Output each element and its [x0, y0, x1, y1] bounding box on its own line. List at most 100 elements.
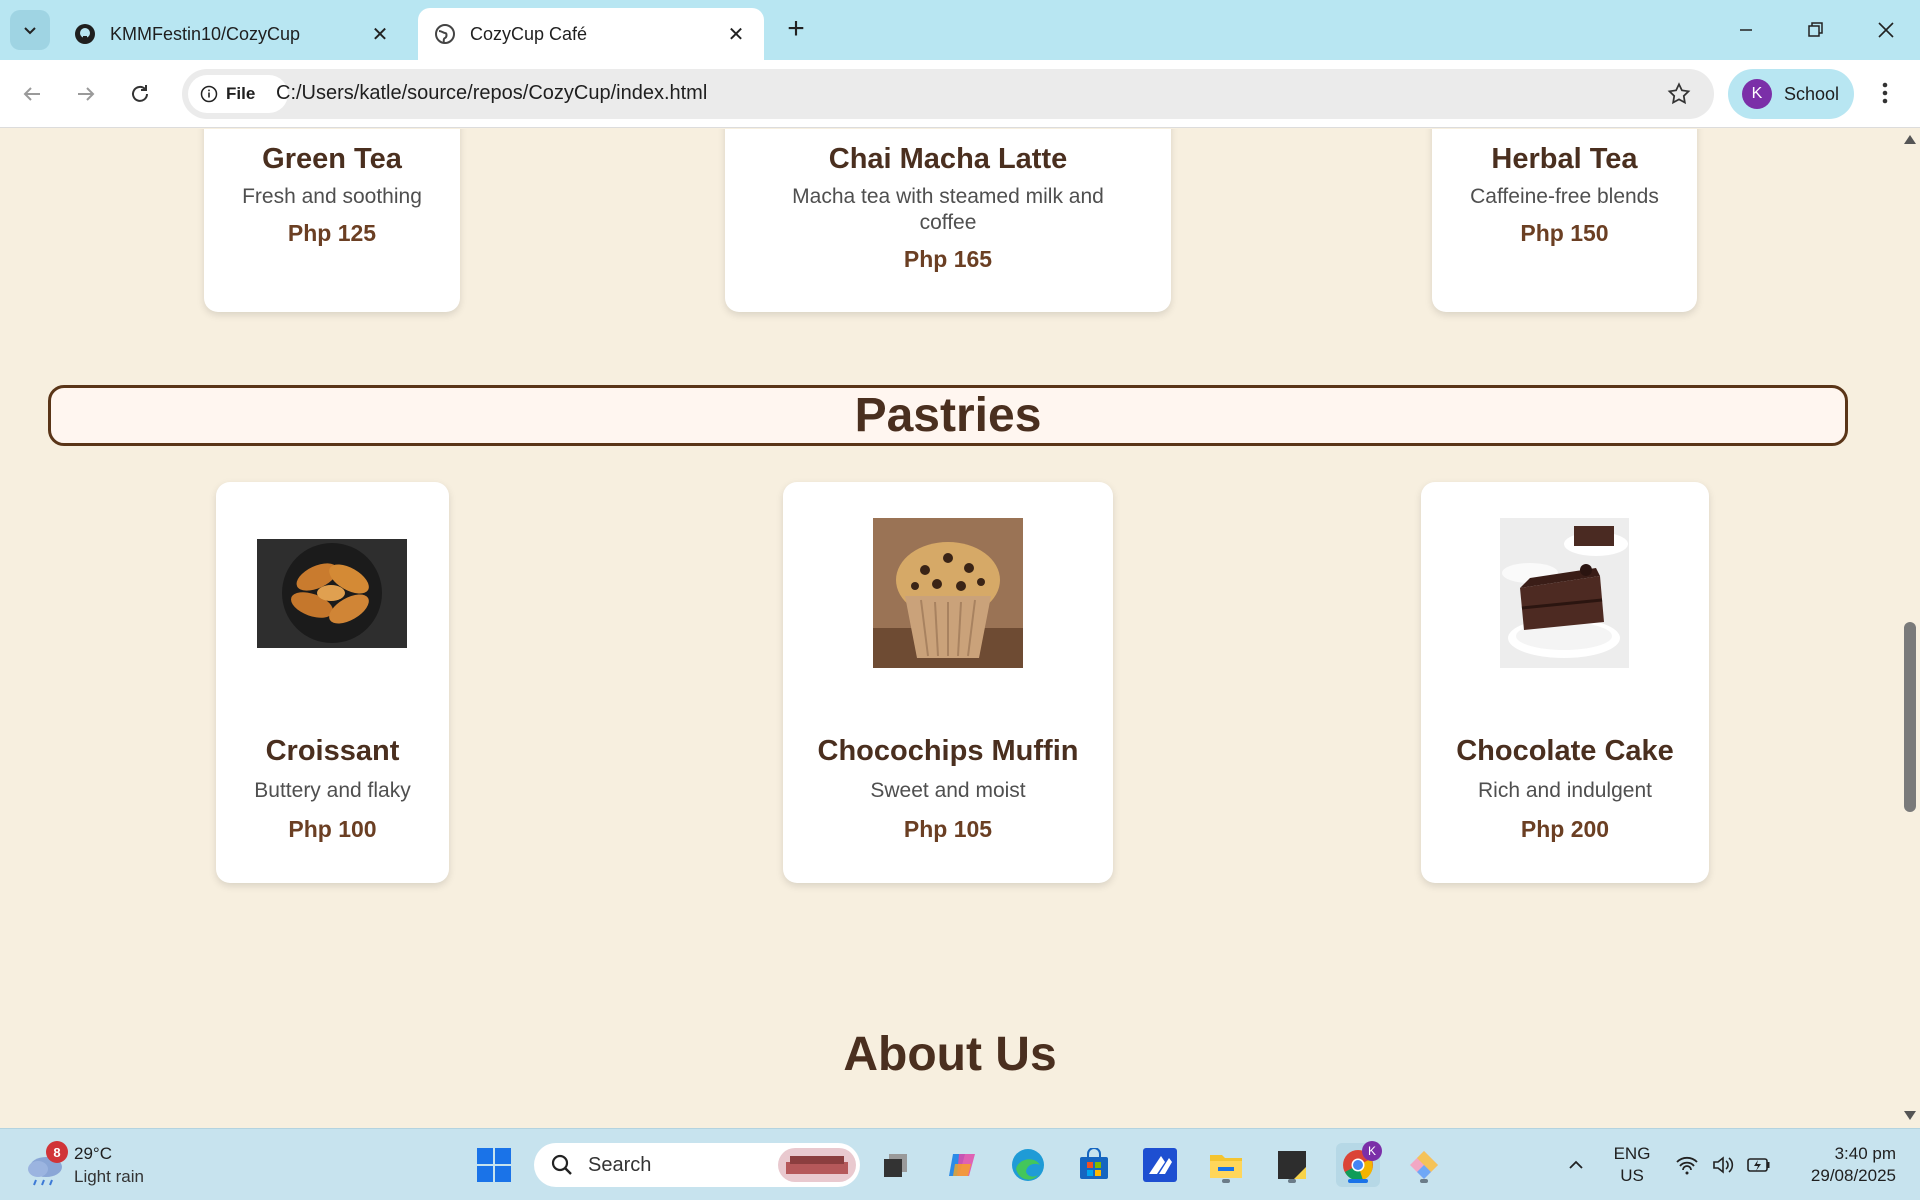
weather-temperature: 29°C: [74, 1144, 112, 1163]
tab-github[interactable]: KMMFestin10/CozyCup ✕: [58, 8, 408, 60]
snipping-tool-icon[interactable]: [1402, 1143, 1446, 1187]
item-price: Php 100: [288, 816, 377, 842]
language-indicator[interactable]: ENG US: [1602, 1143, 1662, 1187]
site-info-label: File: [226, 84, 256, 103]
tab-title: CozyCup Café: [470, 23, 588, 44]
item-description: Caffeine-free blends: [1470, 185, 1659, 208]
section-title: Pastries: [854, 389, 1042, 442]
wifi-icon: [1676, 1156, 1698, 1175]
language-code: ENG: [1613, 1144, 1651, 1163]
minimize-button[interactable]: [1716, 10, 1776, 50]
avatar: K: [1742, 79, 1772, 109]
tab-cozycup[interactable]: CozyCup Café ✕: [418, 8, 764, 60]
item-description: Macha tea with steamed milk and coffee: [792, 185, 1104, 234]
item-description: Fresh and soothing: [242, 185, 422, 208]
bookmark-star-icon[interactable]: [1666, 81, 1692, 112]
edge-browser-icon[interactable]: [1006, 1143, 1050, 1187]
menu-card-chocochips-muffin: Chocochips Muffin Sweet and moist Php 10…: [783, 482, 1113, 883]
url-text[interactable]: C:/Users/katle/source/repos/CozyCup/inde…: [276, 82, 707, 105]
search-label: Search: [588, 1154, 652, 1176]
microsoft-store-icon[interactable]: [1072, 1143, 1116, 1187]
info-icon: [200, 85, 218, 103]
profile-button[interactable]: K School: [1728, 69, 1854, 119]
item-price: Php 125: [287, 220, 377, 246]
speaker-icon: [1713, 1156, 1734, 1174]
search-icon: [551, 1154, 572, 1175]
copilot-icon[interactable]: [940, 1143, 984, 1187]
weather-description: Light rain: [74, 1167, 144, 1186]
running-indicator: [1222, 1179, 1230, 1183]
scroll-up-arrow-icon[interactable]: [1904, 135, 1916, 144]
site-info-button[interactable]: File: [188, 75, 288, 113]
globe-icon: [434, 23, 456, 45]
scroll-thumb[interactable]: [1904, 622, 1916, 812]
clock-time: 3:40 pm: [1834, 1144, 1896, 1163]
windows-logo-icon: [477, 1148, 511, 1182]
clock[interactable]: 3:40 pm 29/08/2025: [1784, 1143, 1896, 1187]
item-name: Chai Macha Latte: [828, 143, 1068, 175]
sticky-notes-icon[interactable]: [1270, 1143, 1314, 1187]
running-indicator: [1288, 1179, 1296, 1183]
item-price: Php 105: [903, 816, 993, 842]
menu-card-croissant: Croissant Buttery and flaky Php 100: [216, 482, 449, 883]
item-name: Chocochips Muffin: [817, 735, 1079, 767]
visual-studio-icon[interactable]: [1138, 1143, 1182, 1187]
muffin-image: [873, 518, 1023, 668]
task-view-icon[interactable]: [874, 1143, 918, 1187]
chocolate-cake-image: [1500, 518, 1629, 668]
item-name: Chocolate Cake: [1456, 735, 1674, 767]
browser-menu-button[interactable]: [1870, 78, 1900, 108]
browser-toolbar: File C:/Users/katle/source/repos/CozyCup…: [0, 60, 1920, 128]
chevron-up-icon: [1569, 1160, 1583, 1169]
file-explorer-icon[interactable]: [1204, 1143, 1248, 1187]
chrome-profile-badge: K: [1362, 1141, 1382, 1161]
close-icon[interactable]: ✕: [368, 22, 392, 46]
scroll-down-arrow-icon[interactable]: [1904, 1111, 1916, 1120]
restore-button[interactable]: [1786, 10, 1846, 50]
weather-widget[interactable]: 8 29°C Light rain: [22, 1139, 172, 1191]
show-hidden-icons-button[interactable]: [1554, 1143, 1598, 1187]
item-description: Buttery and flaky: [254, 779, 411, 802]
page-scrollbar[interactable]: [1900, 129, 1920, 1128]
item-price: Php 150: [1520, 220, 1609, 246]
page-viewport: Green Tea Fresh and soothing Php 125 Cha…: [0, 129, 1900, 1128]
new-tab-button[interactable]: +: [780, 14, 812, 46]
restore-icon: [1808, 22, 1823, 37]
item-price: Php 165: [903, 246, 993, 272]
forward-button[interactable]: [66, 74, 106, 114]
chevron-down-icon: [24, 27, 36, 35]
active-indicator: [1348, 1179, 1368, 1183]
croissant-image: [257, 539, 407, 648]
window-close-button[interactable]: [1856, 10, 1916, 50]
arrow-right-icon: [78, 87, 95, 101]
tab-search-button[interactable]: [10, 10, 50, 50]
minimize-icon: [1740, 29, 1752, 31]
reload-icon: [132, 85, 148, 102]
start-button[interactable]: [472, 1143, 516, 1187]
taskbar: 8 29°C Light rain Search K ENG US 3:40 p…: [0, 1128, 1920, 1200]
menu-card-chocolate-cake: Chocolate Cake Rich and indulgent Php 20…: [1421, 482, 1709, 883]
search-highlight-image: [778, 1148, 856, 1182]
menu-card-green-tea: Green Tea Fresh and soothing Php 125: [204, 129, 460, 312]
running-indicator: [1420, 1179, 1428, 1183]
clock-date: 29/08/2025: [1810, 1166, 1896, 1185]
region-code: US: [1620, 1166, 1644, 1185]
menu-card-herbal-tea: Herbal Tea Caffeine-free blends Php 150: [1432, 129, 1697, 312]
back-button[interactable]: [12, 74, 52, 114]
close-icon: [1878, 22, 1894, 38]
browser-tab-strip: KMMFestin10/CozyCup ✕ CozyCup Café ✕ +: [0, 0, 1920, 60]
system-tray-status[interactable]: [1668, 1143, 1778, 1187]
taskbar-search-box[interactable]: Search: [534, 1143, 860, 1187]
close-icon[interactable]: ✕: [724, 22, 748, 46]
reload-button[interactable]: [120, 74, 160, 114]
item-name: Herbal Tea: [1491, 143, 1638, 175]
tab-title: KMMFestin10/CozyCup: [110, 23, 301, 44]
menu-card-chai-macha-latte: Chai Macha Latte Macha tea with steamed …: [725, 129, 1171, 312]
address-bar[interactable]: File C:/Users/katle/source/repos/CozyCup…: [182, 69, 1714, 119]
item-name: Green Tea: [262, 143, 402, 175]
item-description: Rich and indulgent: [1478, 779, 1652, 802]
chrome-icon[interactable]: K: [1336, 1141, 1382, 1187]
notification-badge: 8: [46, 1141, 68, 1163]
more-vertical-icon: [1882, 82, 1888, 104]
section-heading-pastries: Pastries: [48, 385, 1848, 446]
